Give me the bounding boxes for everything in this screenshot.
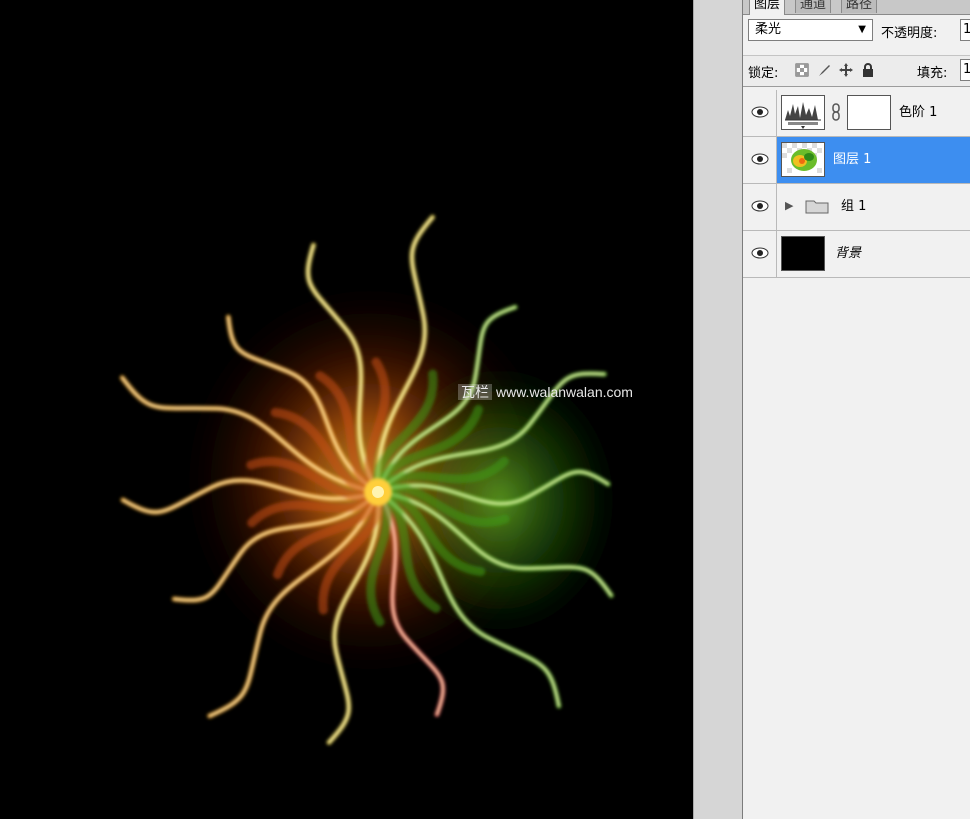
layer-thumbnail — [781, 236, 825, 271]
layer-name: 图层 1 — [833, 152, 872, 167]
dropdown-arrow-icon: ▼ — [858, 24, 866, 35]
blend-mode-select[interactable]: 柔光 ▼ — [748, 19, 873, 41]
tab-channels[interactable]: 通道 — [795, 0, 832, 13]
eye-icon — [751, 153, 769, 165]
levels-adjustment-icon — [781, 95, 825, 130]
watermark-text: www.walanwalan.com — [496, 384, 633, 400]
tab-layers[interactable]: 图层 — [749, 0, 786, 15]
layers-list: 色阶 1 图层 1 ▶ 组 1 背景 — [743, 90, 970, 278]
blend-mode-value: 柔光 — [755, 22, 782, 37]
layer-row-group1[interactable]: ▶ 组 1 — [743, 184, 970, 231]
visibility-toggle[interactable] — [743, 90, 777, 136]
lock-transparency-icon[interactable] — [795, 63, 809, 77]
visibility-toggle[interactable] — [743, 137, 777, 183]
opacity-input[interactable]: 1 — [960, 19, 970, 41]
layer-name: 背景 — [835, 246, 862, 261]
folder-icon — [805, 200, 829, 214]
layer-row-layer1[interactable]: 图层 1 — [743, 137, 970, 184]
layer-name: 色阶 1 — [899, 105, 938, 120]
eye-icon — [751, 247, 769, 259]
lock-all-icon[interactable] — [861, 63, 875, 77]
layers-panel: 图层 通道 路径 柔光 ▼ 不透明度: 1 锁定: 填充: 1 色阶 1 图层 … — [743, 0, 970, 819]
tab-paths[interactable]: 路径 — [841, 0, 878, 13]
layer-row-background[interactable]: 背景 — [743, 231, 970, 278]
flame-artwork — [119, 214, 630, 745]
lock-row: 锁定: 填充: 1 — [743, 55, 970, 87]
watermark-logo: 瓦栏 — [458, 384, 492, 400]
expand-triangle-icon[interactable]: ▶ — [785, 199, 793, 212]
document-canvas[interactable]: 瓦栏 www.walanwalan.com — [0, 0, 693, 819]
fill-input[interactable]: 1 — [960, 59, 970, 81]
opacity-label: 不透明度: — [881, 26, 938, 41]
layer-mask-thumbnail[interactable] — [847, 95, 891, 130]
lock-position-move-icon[interactable] — [839, 63, 853, 77]
eye-icon — [751, 106, 769, 118]
panel-gutter — [693, 0, 743, 819]
panel-tabs: 图层 通道 路径 — [743, 0, 970, 15]
fill-label: 填充: — [917, 66, 948, 81]
layer-thumbnail — [781, 142, 825, 177]
eye-icon — [751, 200, 769, 212]
lock-label: 锁定: — [748, 66, 779, 81]
lock-pixels-brush-icon[interactable] — [817, 63, 831, 77]
watermark: 瓦栏 www.walanwalan.com — [458, 382, 633, 402]
layer-name: 组 1 — [841, 199, 867, 214]
layer-row-levels[interactable]: 色阶 1 — [743, 90, 970, 137]
layers-empty-area — [743, 278, 970, 819]
chain-link-icon[interactable] — [831, 103, 841, 121]
visibility-toggle[interactable] — [743, 184, 777, 230]
blend-row: 柔光 ▼ 不透明度: 1 — [743, 16, 970, 46]
visibility-toggle[interactable] — [743, 231, 777, 277]
